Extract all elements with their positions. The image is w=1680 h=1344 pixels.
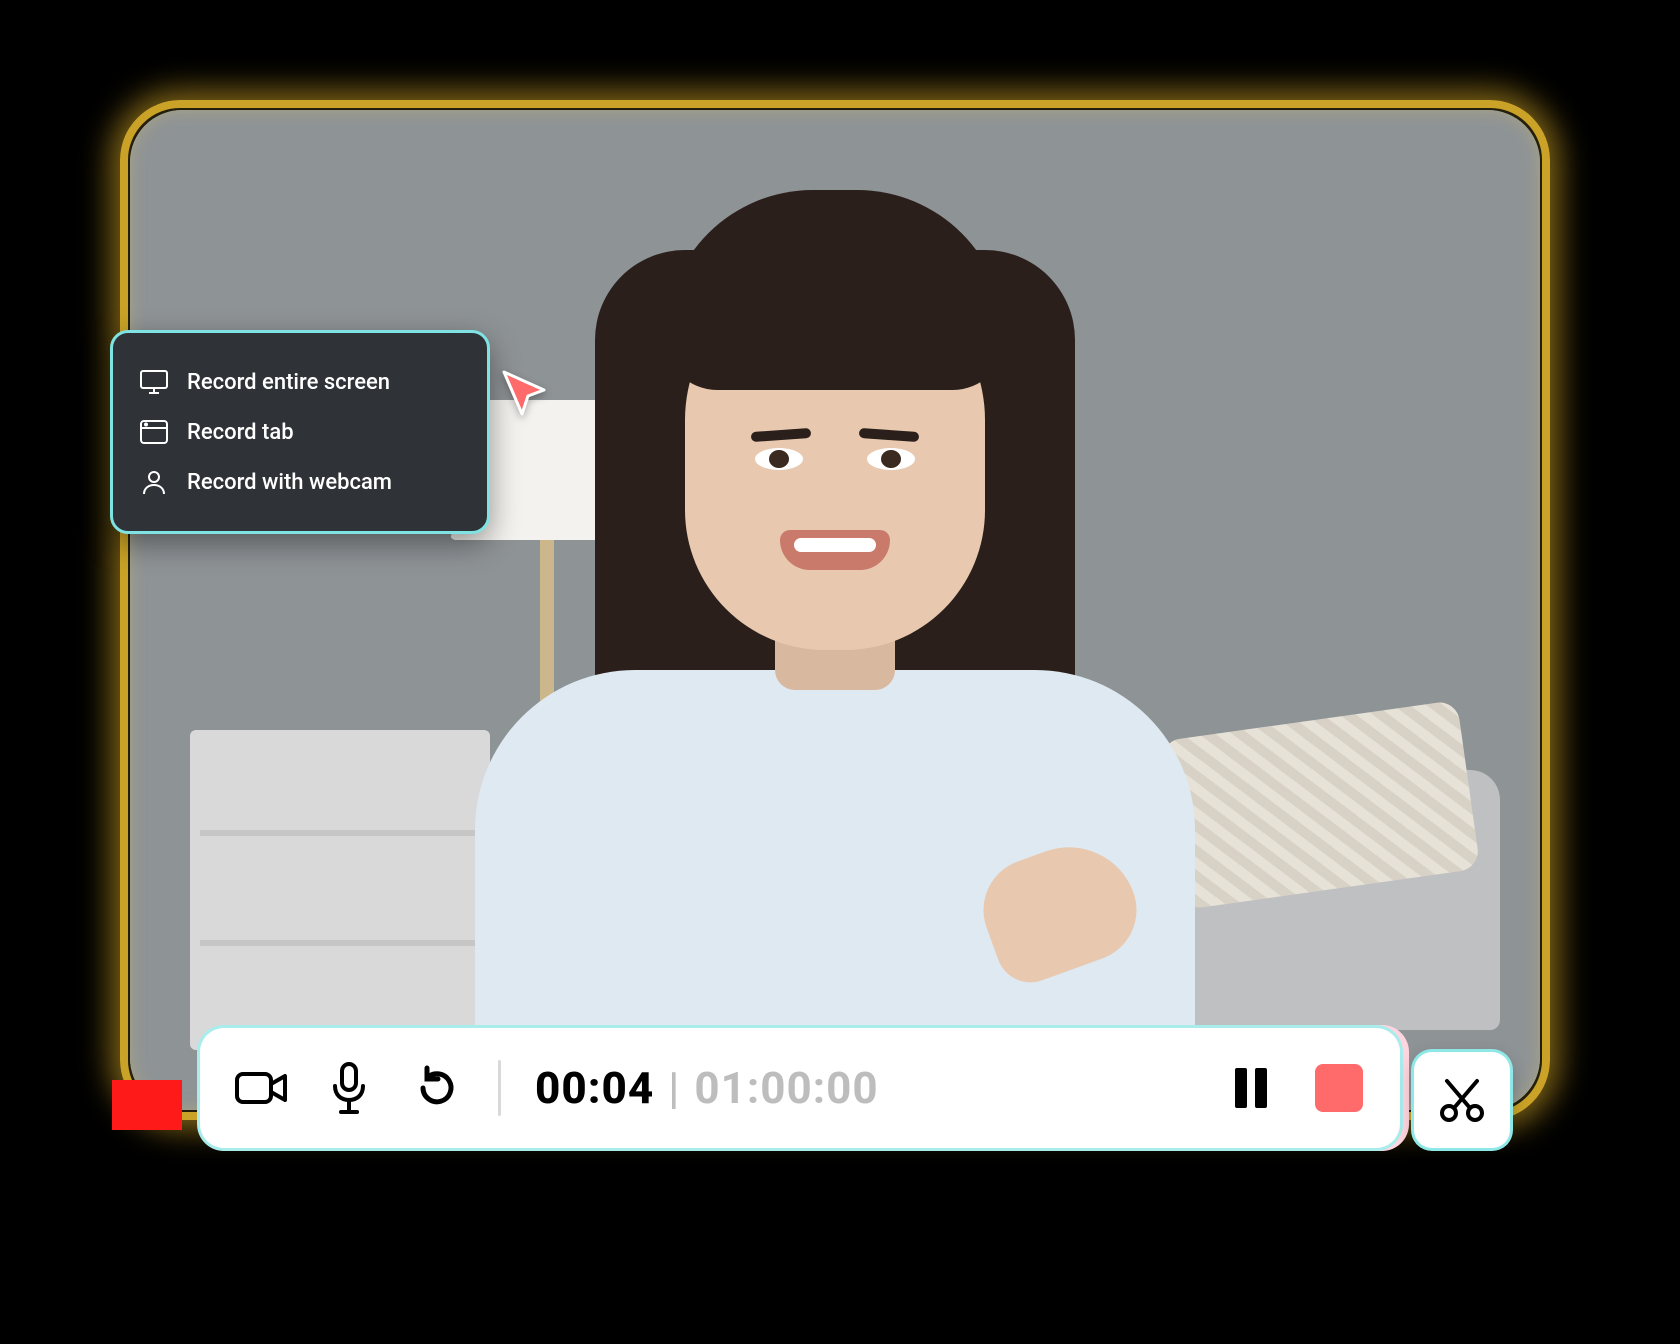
recorder-stage: Record entire screen Record tab Record w…	[120, 100, 1550, 1120]
menu-item-label: Record entire screen	[187, 370, 390, 395]
pause-icon	[1233, 1066, 1269, 1110]
menu-item-record-webcam[interactable]: Record with webcam	[135, 457, 465, 507]
monitor-icon	[139, 369, 169, 395]
stop-icon	[1315, 1064, 1363, 1112]
elapsed-time: 00:04	[535, 1062, 654, 1114]
toolbar-divider	[498, 1060, 501, 1116]
camera-toggle-button[interactable]	[234, 1061, 288, 1115]
total-time: 01:00:00	[694, 1062, 878, 1114]
webcam-preview	[130, 110, 1540, 1110]
restart-icon	[413, 1064, 461, 1112]
stop-button[interactable]	[1312, 1061, 1366, 1115]
cursor-pointer-icon	[498, 366, 558, 426]
menu-item-record-screen[interactable]: Record entire screen	[135, 357, 465, 407]
recorder-toolbar: 00:04 | 01:00:00	[200, 1028, 1400, 1148]
camera-icon	[235, 1068, 287, 1108]
scissors-icon	[1437, 1075, 1487, 1125]
trim-button[interactable]	[1414, 1052, 1510, 1148]
microphone-toggle-button[interactable]	[322, 1061, 376, 1115]
webcam-scene	[130, 110, 1540, 1110]
menu-item-label: Record tab	[187, 420, 294, 445]
menu-item-record-tab[interactable]: Record tab	[135, 407, 465, 457]
record-options-menu: Record entire screen Record tab Record w…	[110, 330, 490, 534]
restart-button[interactable]	[410, 1061, 464, 1115]
tab-icon	[139, 419, 169, 445]
person-icon	[139, 469, 169, 495]
microphone-icon	[329, 1062, 369, 1114]
menu-item-label: Record with webcam	[187, 470, 392, 495]
decorative-accent	[112, 1080, 182, 1130]
pause-button[interactable]	[1224, 1061, 1278, 1115]
time-separator: |	[668, 1062, 680, 1114]
time-display: 00:04 | 01:00:00	[535, 1062, 879, 1114]
